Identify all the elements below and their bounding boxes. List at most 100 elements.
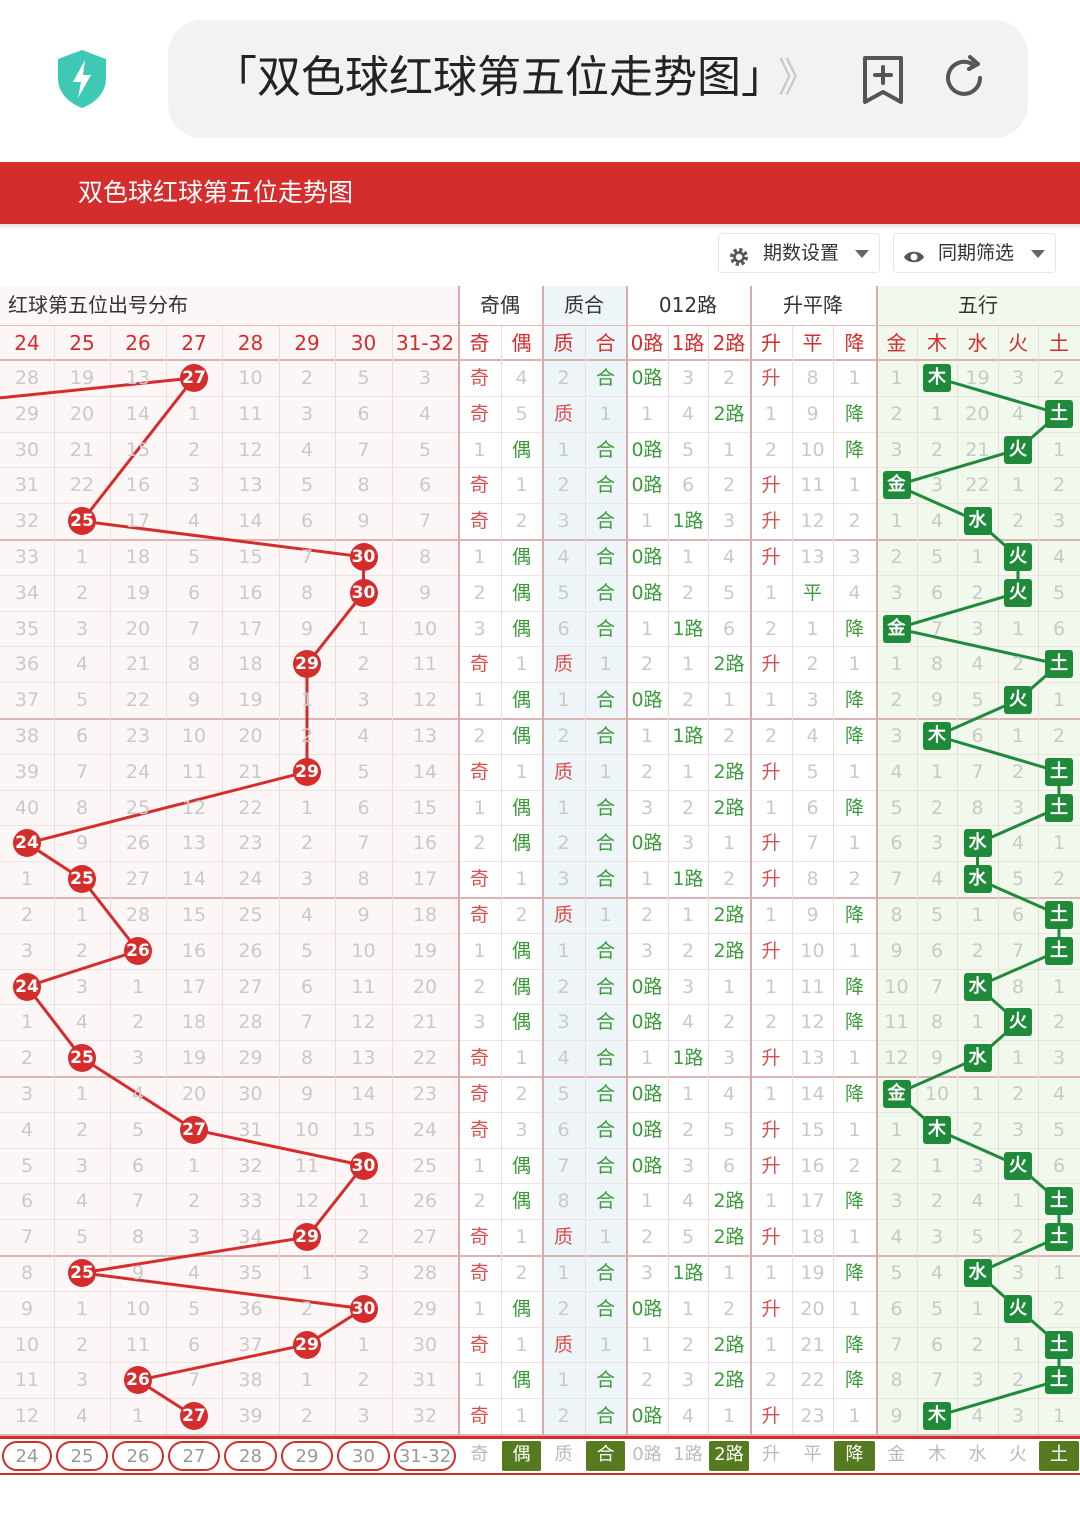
miss-count-cell: 4 — [1052, 1083, 1066, 1105]
filter-number-pill[interactable]: 31-32 — [394, 1441, 456, 1471]
miss-count-cell: 7 — [890, 1333, 903, 1356]
period-setting-button[interactable]: 期数设置 — [718, 233, 880, 273]
filter-attribute-toggle[interactable]: 木 — [918, 1441, 956, 1471]
attribute-cell: 2 — [848, 1154, 861, 1177]
miss-count-cell: 13 — [351, 1047, 376, 1070]
miss-count-cell: 1 — [300, 1369, 314, 1392]
attribute-cell: 偶 — [511, 617, 531, 640]
miss-count-cell: 1 — [890, 367, 903, 389]
filter-attribute-toggle[interactable]: 水 — [958, 1441, 997, 1471]
miss-count-cell: 31 — [238, 1118, 263, 1141]
filter-attribute-toggle[interactable]: 平 — [793, 1441, 832, 1471]
attribute-cell: 1路 — [672, 1262, 704, 1284]
filter-attribute-toggle[interactable]: 土 — [1039, 1441, 1079, 1471]
filter-attribute-toggle[interactable]: 金 — [877, 1441, 916, 1471]
attribute-cell: 1 — [599, 653, 612, 676]
five-element-marker: 水 — [963, 972, 992, 1001]
miss-count-cell: 21 — [412, 1011, 438, 1034]
miss-count-cell: 5 — [75, 1226, 89, 1249]
miss-count-cell: 3 — [75, 975, 89, 998]
attribute-cell: 偶 — [511, 581, 531, 604]
filter-attribute-toggle[interactable]: 合 — [586, 1441, 625, 1471]
reload-icon[interactable] — [940, 54, 988, 102]
attribute-cell: 1 — [806, 617, 819, 640]
miss-count-cell: 4 — [890, 1226, 903, 1249]
miss-count-cell: 7 — [418, 510, 432, 533]
filter-number-pill[interactable]: 30 — [337, 1441, 390, 1471]
miss-count-cell: 25 — [125, 796, 151, 819]
miss-count-cell: 5 — [930, 904, 944, 926]
filter-attribute-toggle[interactable]: 1路 — [669, 1441, 707, 1471]
miss-count-cell: 6 — [357, 402, 370, 425]
miss-count-cell: 7 — [1011, 939, 1025, 962]
miss-count-cell: 4 — [75, 1405, 89, 1428]
filter-attribute-toggle[interactable]: 偶 — [502, 1441, 541, 1471]
miss-count-cell: 11 — [125, 1333, 151, 1356]
miss-count-cell: 29 — [238, 1047, 263, 1070]
attribute-cell: 降 — [844, 1011, 864, 1034]
attribute-cell: 1 — [848, 939, 861, 962]
filter-attribute-toggle[interactable]: 2路 — [709, 1441, 749, 1471]
miss-count-cell: 8 — [131, 1226, 145, 1249]
attribute-cell: 质 — [553, 1333, 573, 1356]
miss-count-cell: 11 — [238, 402, 263, 425]
filter-number-pill[interactable]: 29 — [281, 1441, 333, 1471]
attribute-cell: 4 — [681, 1405, 695, 1428]
miss-count-cell: 26 — [238, 939, 263, 962]
attribute-cell: 1 — [764, 402, 778, 425]
attribute-cell: 1 — [557, 1369, 570, 1392]
attribute-cell: 2 — [557, 1405, 570, 1428]
filter-attribute-toggle[interactable]: 0路 — [627, 1441, 667, 1471]
filter-number-pill[interactable]: 26 — [112, 1441, 164, 1471]
attribute-cell: 2 — [473, 832, 486, 855]
attribute-cell: 降 — [844, 1262, 864, 1284]
filter-attribute-toggle[interactable]: 奇 — [459, 1441, 500, 1471]
attribute-cell: 2路 — [713, 939, 745, 962]
filter-attribute-toggle[interactable]: 质 — [543, 1441, 584, 1471]
miss-count-cell: 4 — [75, 1190, 89, 1213]
attribute-cell: 升 — [761, 367, 781, 389]
miss-count-cell: 27 — [238, 975, 263, 998]
miss-count-cell: 6 — [20, 1190, 34, 1213]
attribute-cell: 奇 — [469, 1405, 489, 1428]
same-period-filter-button[interactable]: 同期筛选 — [893, 233, 1056, 273]
attribute-cell: 1 — [848, 367, 861, 389]
miss-count-cell: 6 — [890, 1297, 903, 1320]
attribute-cell: 奇 — [469, 760, 489, 783]
five-element-marker: 土 — [1045, 650, 1073, 679]
attribute-cell: 奇 — [469, 1262, 489, 1284]
bookmark-add-icon[interactable] — [858, 54, 908, 106]
miss-count-cell: 2 — [357, 1226, 370, 1249]
attribute-cell: 0路 — [631, 1083, 663, 1105]
attribute-cell: 2 — [764, 725, 778, 747]
miss-count-cell: 8 — [930, 1011, 944, 1034]
url-text[interactable]: 「双色球红球第五位走势图」 — [213, 46, 773, 110]
footer-divider — [0, 1436, 1080, 1439]
filter-number-pill[interactable]: 25 — [56, 1441, 108, 1471]
filter-number-pill[interactable]: 24 — [2, 1441, 52, 1471]
attribute-cell: 2 — [473, 581, 486, 604]
attribute-cell: 1 — [848, 1118, 861, 1141]
miss-count-cell: 6 — [1052, 617, 1066, 640]
miss-count-cell: 2 — [971, 1118, 984, 1141]
attribute-cell: 3 — [640, 796, 654, 819]
attribute-cell: 4 — [557, 546, 570, 568]
address-bar[interactable]: 「双色球红球第五位走势图」 》 — [168, 20, 1028, 138]
five-element-marker: 水 — [963, 507, 992, 536]
miss-count-cell: 1 — [300, 1262, 314, 1284]
filter-number-pill[interactable]: 28 — [224, 1441, 277, 1471]
shield-bolt-icon[interactable] — [54, 48, 110, 110]
filter-number-pill[interactable]: 27 — [168, 1441, 220, 1471]
drawn-number-ball: 27 — [180, 1115, 208, 1144]
attribute-cell: 合 — [595, 832, 615, 855]
miss-count-cell: 2 — [1052, 868, 1066, 891]
drawn-number-ball: 29 — [293, 1223, 321, 1252]
filter-attribute-toggle[interactable]: 降 — [834, 1441, 875, 1471]
filter-attribute-toggle[interactable]: 火 — [999, 1441, 1037, 1471]
five-element-marker: 木 — [923, 721, 951, 750]
miss-count-cell: 3 — [1052, 510, 1066, 533]
attribute-cell: 合 — [595, 1262, 615, 1284]
filter-attribute-toggle[interactable]: 升 — [751, 1441, 791, 1471]
miss-count-cell: 19 — [965, 367, 990, 389]
attribute-cell: 1 — [473, 438, 486, 461]
